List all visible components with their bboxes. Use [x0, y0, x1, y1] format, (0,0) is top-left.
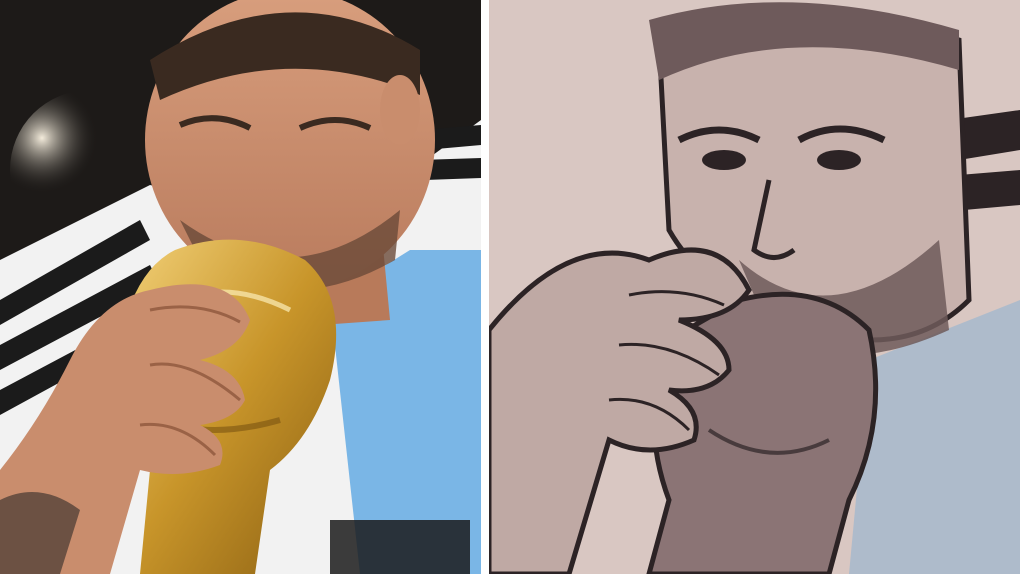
photo-collage	[0, 0, 1020, 574]
left-photo-panel	[0, 0, 481, 574]
photo-illustration	[0, 0, 481, 574]
right-tattoo-panel	[489, 0, 1020, 574]
tattoo-illustration	[489, 0, 1020, 574]
